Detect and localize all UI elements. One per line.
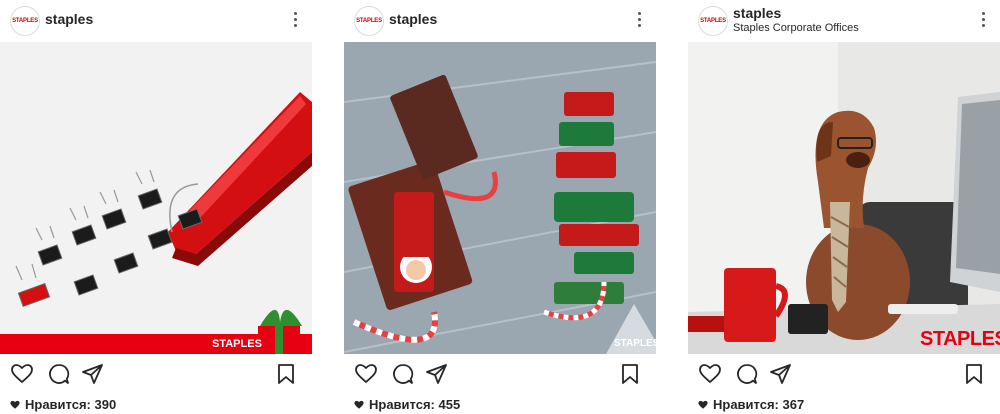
post-image[interactable]: STAPLES [0, 42, 312, 354]
office-dog-image [688, 42, 1000, 354]
avatar-logo: STAPLES [700, 18, 726, 24]
username[interactable]: staples [389, 11, 437, 27]
likes-count[interactable]: Нравится: 367 [698, 397, 804, 412]
bookmark-icon[interactable] [618, 362, 642, 386]
share-icon[interactable] [425, 362, 449, 386]
likes-count[interactable]: Нравится: 455 [354, 397, 460, 412]
username[interactable]: staples [45, 11, 93, 27]
location-link[interactable]: Staples Corporate Offices [733, 22, 859, 34]
post-header: STAPLES staples [0, 0, 312, 42]
comment-icon[interactable] [735, 362, 759, 386]
avatar[interactable]: STAPLES [354, 6, 384, 36]
heart-icon[interactable] [698, 362, 722, 386]
avatar[interactable]: STAPLES [698, 6, 728, 36]
stapler-binder-clips-image [0, 42, 312, 354]
likes-label: Нравится: 455 [369, 397, 461, 412]
likes-label: Нравится: 367 [713, 397, 805, 412]
bookmark-icon[interactable] [274, 362, 298, 386]
more-options-icon[interactable] [638, 12, 642, 30]
likes-count[interactable]: Нравится: 390 [10, 397, 116, 412]
more-options-icon[interactable] [982, 12, 986, 30]
action-bar [0, 360, 312, 388]
post-header: STAPLES staples [344, 0, 656, 42]
staples-logo: STAPLES [920, 328, 1000, 350]
avatar[interactable]: STAPLES [10, 6, 40, 36]
username[interactable]: staples [733, 5, 781, 21]
action-bar [688, 360, 1000, 388]
post-card: STAPLES staples [344, 0, 656, 414]
post-card: STAPLES staples Staples Corporate Office… [688, 0, 1000, 414]
post-card: STAPLES staples [0, 0, 312, 414]
comment-icon[interactable] [391, 362, 415, 386]
heart-small-icon [354, 400, 364, 409]
comment-icon[interactable] [47, 362, 71, 386]
heart-small-icon [698, 400, 708, 409]
share-icon[interactable] [769, 362, 793, 386]
likes-label: Нравится: 390 [25, 397, 117, 412]
share-icon[interactable] [81, 362, 105, 386]
post-image[interactable]: STAPLES [344, 42, 656, 354]
heart-icon[interactable] [10, 362, 34, 386]
staples-logo: STAPLES [614, 338, 656, 349]
heart-icon[interactable] [354, 362, 378, 386]
action-bar [344, 360, 656, 388]
avatar-logo: STAPLES [356, 18, 382, 24]
candy-sleighs-image [344, 42, 656, 354]
bookmark-icon[interactable] [962, 362, 986, 386]
more-options-icon[interactable] [294, 12, 298, 30]
heart-small-icon [10, 400, 20, 409]
avatar-logo: STAPLES [12, 18, 38, 24]
post-image[interactable]: STAPLES [688, 42, 1000, 354]
staples-logo: STAPLES [212, 338, 262, 350]
post-header: STAPLES staples Staples Corporate Office… [688, 0, 1000, 42]
